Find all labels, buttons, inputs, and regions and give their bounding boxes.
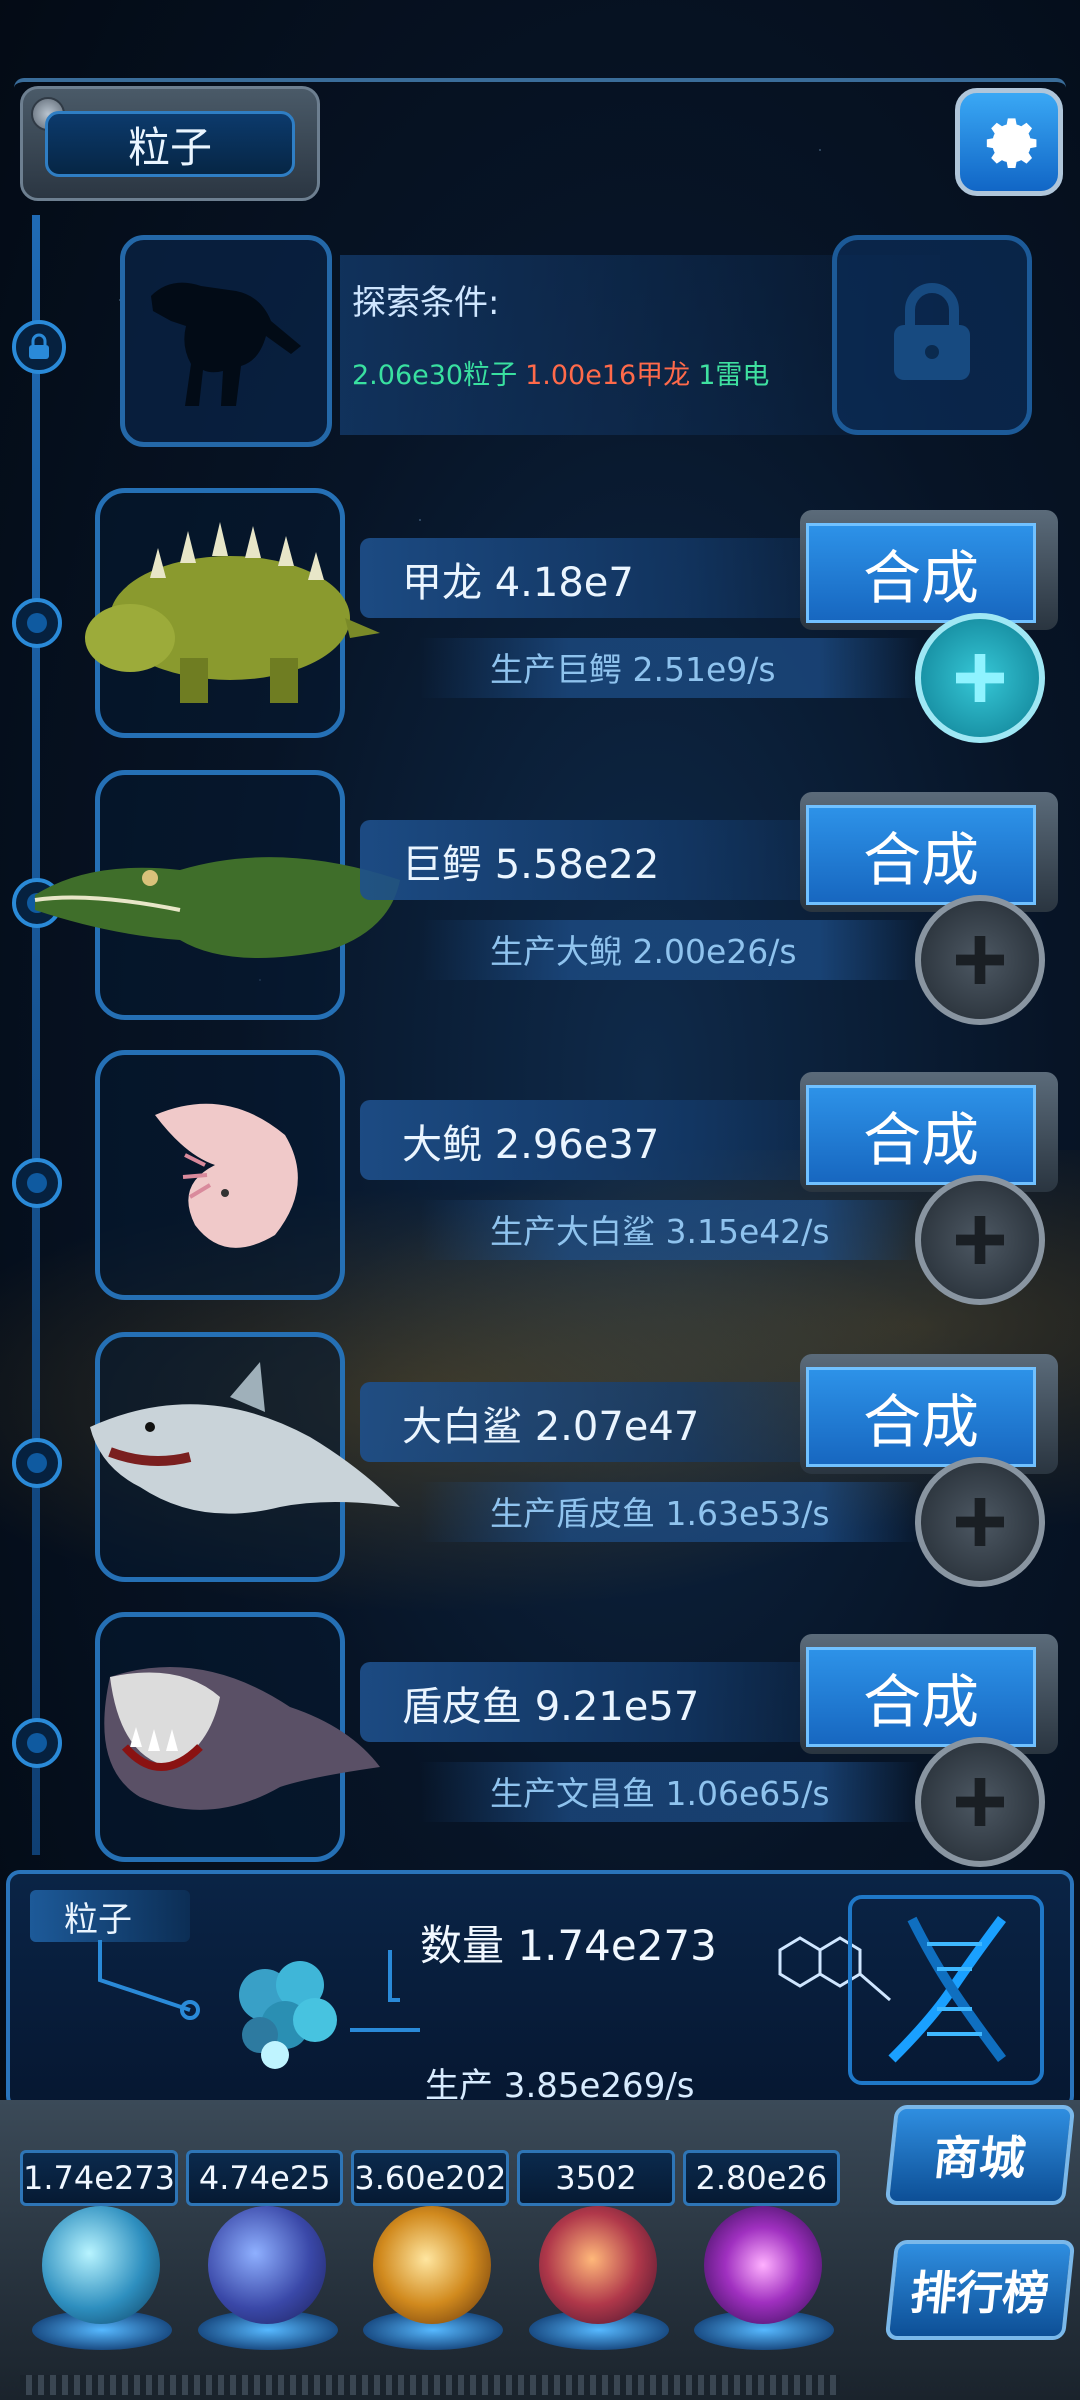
resource-tab: 粒子: [30, 1890, 190, 1942]
ankylosaur-image: [85, 522, 380, 703]
upgrade-plus-button[interactable]: [915, 895, 1045, 1025]
resource-count: 数量 1.74e273: [420, 1921, 717, 1970]
plus-icon: [956, 1498, 1004, 1546]
merge-button[interactable]: 合成: [806, 1647, 1036, 1747]
progress-rail: [32, 215, 40, 1855]
upgrade-plus-button[interactable]: [915, 1737, 1045, 1867]
creature-row-ankylosaur: 甲龙 4.18e7 合成 生产巨鳄 2.51e9/s: [0, 488, 1080, 748]
stat-particles: 1.74e273: [20, 2150, 179, 2206]
production-rate: 生产大鲵 2.00e26/s: [490, 932, 797, 971]
brain-orb-icon: [538, 2206, 657, 2324]
production-rate: 生产文昌鱼 1.06e65/s: [490, 1774, 830, 1813]
fire-orb-icon: [373, 2206, 492, 2324]
explore-condition-title: 探索条件:: [352, 283, 500, 323]
plus-icon: [956, 1216, 1004, 1264]
title-plate: 粒子: [20, 86, 320, 201]
creature-name-count: 盾皮鱼 9.21e57: [402, 1684, 700, 1730]
creature-row-crocodile: 巨鳄 5.58e22 合成 生产大鲵 2.00e26/s: [0, 770, 1080, 1030]
creature-name-count: 大鲵 2.96e37: [402, 1122, 660, 1168]
particle-cluster-icon: [239, 1961, 337, 2069]
lightning-orb-icon: [207, 2206, 326, 2324]
upgrade-plus-button[interactable]: [915, 613, 1045, 743]
stat-brain: 3502: [517, 2150, 675, 2206]
merge-button[interactable]: 合成: [806, 523, 1036, 623]
stat-energy: 3.60e202: [351, 2150, 510, 2206]
merge-button[interactable]: 合成: [806, 805, 1036, 905]
shop-button[interactable]: 商城: [884, 2105, 1076, 2205]
orb-selector-row: [20, 2200, 840, 2370]
upgrade-plus-button[interactable]: [915, 1175, 1045, 1305]
gear-icon: [986, 118, 1037, 168]
bottom-strip: [20, 2375, 840, 2395]
particle-orb-icon: [42, 2206, 160, 2324]
creature-name-count: 甲龙 4.18e7: [402, 560, 634, 606]
creature-row-shark: 大白鲨 2.07e47 合成 生产盾皮鱼 1.63e53/s: [0, 1332, 1080, 1592]
condition-thunder: 1雷电: [698, 360, 770, 391]
orb-slot-thunder[interactable]: [186, 2200, 344, 2370]
explore-panel: 探索条件: 2.06e30粒子 1.00e16甲龙 1雷电: [120, 235, 1032, 447]
creature-name-count: 巨鳄 5.58e22: [402, 842, 660, 888]
production-rate: 生产盾皮鱼 1.63e53/s: [490, 1494, 830, 1533]
plus-icon: [956, 1778, 1004, 1826]
explore-condition-list: 2.06e30粒子 1.00e16甲龙 1雷电: [352, 353, 769, 392]
condition-ankylosaur: 1.00e16甲龙: [525, 360, 691, 391]
orb-slot-energy[interactable]: [351, 2200, 509, 2370]
upgrade-plus-button[interactable]: [915, 1457, 1045, 1587]
dinosaur-silhouette-icon: [151, 282, 301, 406]
rail-lock-node: [12, 320, 66, 374]
merge-button[interactable]: 合成: [806, 1085, 1036, 1185]
dna-panel: [848, 1895, 1044, 2085]
settings-button[interactable]: [955, 88, 1063, 196]
merge-button[interactable]: 合成: [806, 1367, 1036, 1467]
production-rate: 生产巨鳄 2.51e9/s: [490, 650, 776, 689]
stat-portal: 2.80e26: [682, 2150, 841, 2206]
orb-slot-portal[interactable]: [682, 2200, 840, 2370]
dna-icon: [888, 1916, 1007, 2063]
page-title: 粒子: [45, 111, 295, 177]
stat-thunder: 4.74e25: [186, 2150, 344, 2206]
placoderm-image: [104, 1667, 381, 1810]
locked-creature-silhouette: [120, 235, 332, 447]
crocodile-image: [34, 857, 400, 958]
lock-icon: [894, 283, 970, 380]
salamander-image: [155, 1103, 298, 1248]
creature-name-count: 大白鲨 2.07e47: [402, 1404, 700, 1450]
orb-slot-particles[interactable]: [20, 2200, 178, 2370]
leaderboard-button[interactable]: 排行榜: [884, 2240, 1076, 2340]
creature-row-placoderm: 盾皮鱼 9.21e57 合成 生产文昌鱼 1.06e65/s: [0, 1612, 1080, 1872]
lock-icon: [29, 333, 49, 359]
plus-icon: [956, 936, 1004, 984]
creature-row-salamander: 大鲵 2.96e37 合成 生产大白鲨 3.15e42/s: [0, 1050, 1080, 1310]
condition-particles: 2.06e30粒子: [352, 360, 518, 391]
plus-icon: [956, 654, 1004, 702]
portal-orb-icon: [704, 2206, 823, 2324]
production-rate: 生产大白鲨 3.15e42/s: [490, 1212, 830, 1251]
explore-lock-button[interactable]: [832, 235, 1032, 435]
orb-slot-brain[interactable]: [517, 2200, 675, 2370]
